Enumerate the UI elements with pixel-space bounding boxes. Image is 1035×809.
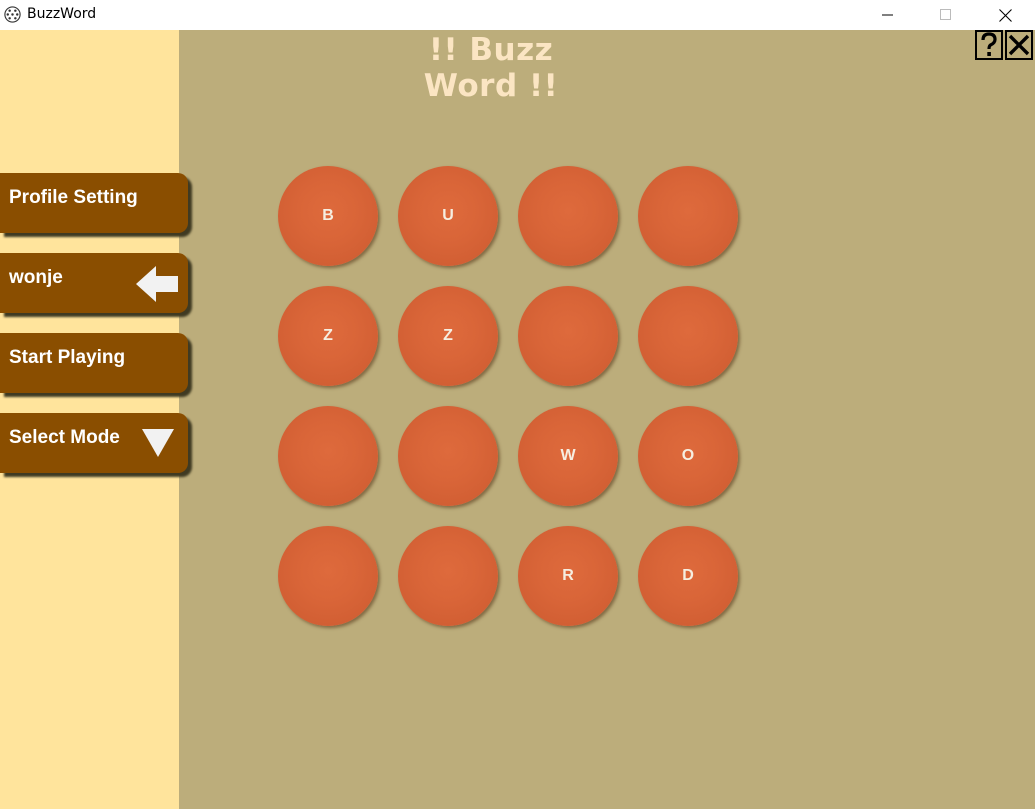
triangle-down-icon[interactable] (141, 427, 175, 459)
arrow-left-icon[interactable] (134, 264, 180, 304)
letter-tile[interactable]: W (518, 406, 618, 506)
dice-app-icon (4, 6, 21, 23)
letter-tile[interactable] (638, 286, 738, 386)
start-playing-button[interactable]: Start Playing (0, 333, 188, 393)
close-game-button[interactable] (1005, 30, 1033, 60)
letter-tile[interactable] (638, 166, 738, 266)
minimize-button[interactable] (859, 0, 917, 30)
close-icon (998, 8, 1012, 22)
window-title: BuzzWord (27, 6, 97, 22)
letter-tile[interactable] (518, 166, 618, 266)
start-playing-label: Start Playing (9, 347, 126, 368)
letter-tile[interactable] (278, 406, 378, 506)
maximize-button[interactable] (917, 0, 975, 30)
user-button[interactable]: wonje (0, 253, 188, 313)
help-icon (981, 32, 997, 56)
letter-tile[interactable]: R (518, 526, 618, 626)
letter-tile[interactable] (398, 406, 498, 506)
username-label: wonje (9, 267, 63, 288)
select-mode-label: Select Mode (9, 427, 120, 448)
letter-tile[interactable]: Z (398, 286, 498, 386)
letter-tile[interactable]: B (278, 166, 378, 266)
close-icon (1008, 34, 1030, 56)
letter-tile[interactable] (398, 526, 498, 626)
letter-tile[interactable]: D (638, 526, 738, 626)
letter-tile[interactable]: Z (278, 286, 378, 386)
profile-setting-label: Profile Setting (9, 187, 138, 208)
minimize-icon (882, 14, 893, 16)
letter-tile[interactable]: U (398, 166, 498, 266)
window-close-button[interactable] (976, 0, 1034, 30)
profile-setting-button[interactable]: Profile Setting (0, 173, 188, 233)
game-title: !! Buzz Word !! (423, 32, 559, 104)
maximize-icon (940, 9, 951, 20)
letter-tile[interactable]: O (638, 406, 738, 506)
window-titlebar: BuzzWord (0, 0, 1035, 30)
help-button[interactable] (975, 30, 1003, 60)
letter-grid: B U Z Z W O R D (278, 166, 740, 628)
letter-tile[interactable] (518, 286, 618, 386)
select-mode-button[interactable]: Select Mode (0, 413, 188, 473)
letter-tile[interactable] (278, 526, 378, 626)
